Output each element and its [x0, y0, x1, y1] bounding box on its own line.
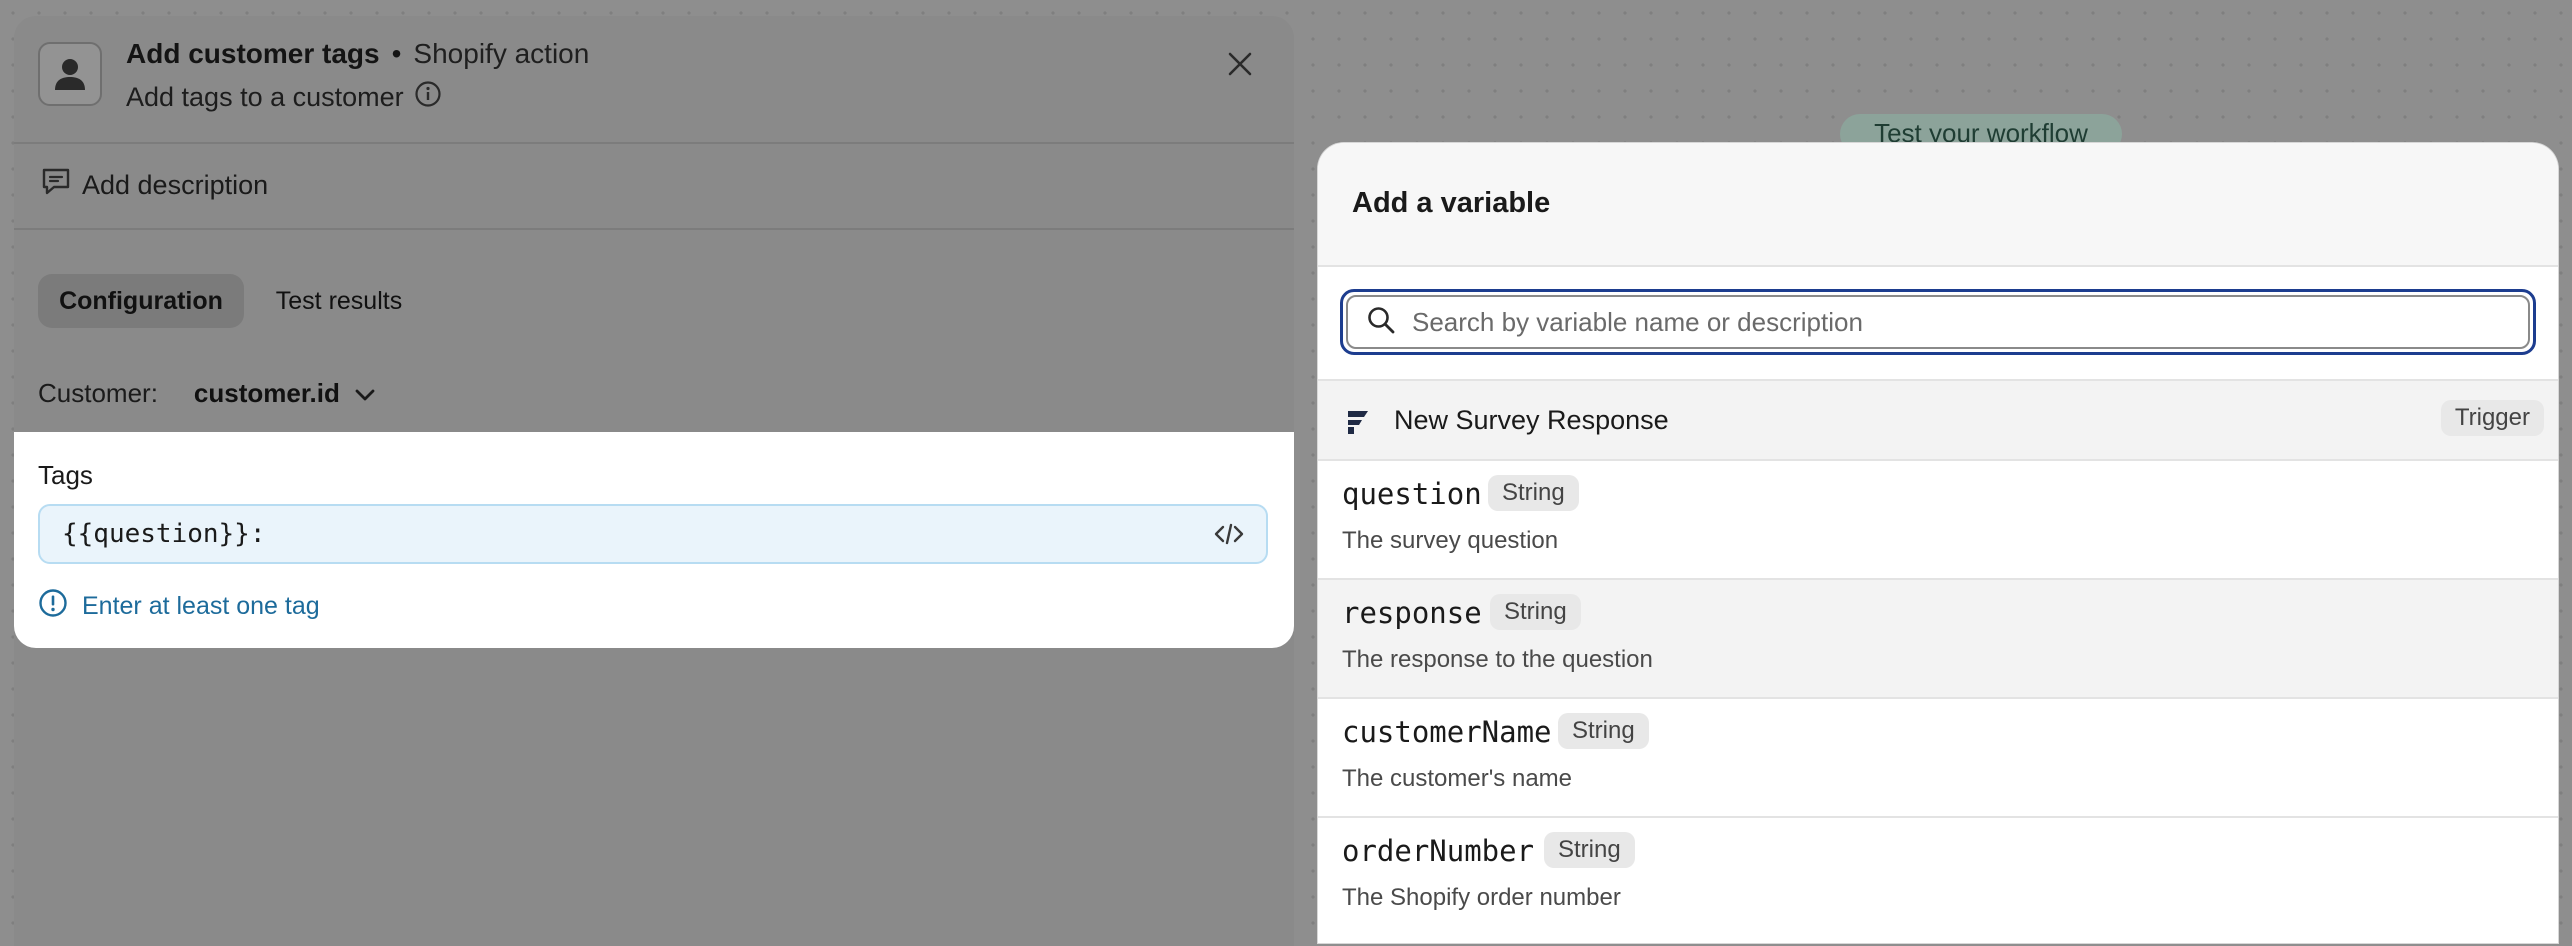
tags-error-message: Enter at least one tag	[38, 588, 320, 625]
chat-bubble-icon	[40, 167, 72, 204]
variable-type-badge: String	[1488, 475, 1579, 511]
panel-subtitle: Add tags to a customer	[126, 80, 442, 115]
search-box	[1346, 295, 2530, 349]
search-field	[1340, 289, 2536, 355]
variable-type-badge: String	[1544, 832, 1635, 868]
panel-header: Add customer tags • Shopify action Add tag…	[14, 16, 1294, 144]
customer-field: Customer: customer.id	[38, 378, 376, 409]
error-circle-icon	[38, 588, 68, 625]
panel-title: Add customer tags • Shopify action	[126, 38, 589, 70]
tab-test-results-label: Test results	[275, 286, 403, 315]
modal-header: Add a variable	[1318, 143, 2558, 267]
action-title: Add customer tags	[126, 38, 380, 69]
close-icon[interactable]	[1222, 46, 1258, 82]
variable-row-question[interactable]: question String The survey question	[1318, 461, 2558, 580]
variable-row-customername[interactable]: customerName String The customer's name	[1318, 699, 2558, 818]
code-icon[interactable]	[1214, 522, 1244, 546]
action-type-label: Shopify action	[413, 38, 590, 69]
variable-description: The response to the question	[1342, 646, 1653, 673]
variable-name: response	[1342, 596, 1482, 630]
trigger-group-header: New Survey Response Trigger	[1318, 379, 2558, 461]
add-description-button[interactable]: Add description	[40, 167, 268, 204]
chevron-down-icon[interactable]	[354, 378, 376, 409]
variable-description: The customer's name	[1342, 765, 1573, 792]
variable-description: The Shopify order number	[1342, 884, 1621, 911]
search-input[interactable]	[1410, 305, 2514, 339]
survey-app-icon	[1344, 407, 1372, 442]
variable-name: question	[1342, 477, 1482, 511]
customer-label: Customer:	[38, 378, 158, 408]
variable-name: customerName	[1342, 715, 1552, 749]
tags-error-text: Enter at least one tag	[82, 592, 320, 620]
modal-title: Add a variable	[1352, 187, 1551, 219]
customer-select-value[interactable]: customer.id	[194, 378, 340, 409]
subtitle-text: Add tags to a customer	[126, 82, 404, 112]
tags-input-value: {{question}}:	[62, 519, 266, 549]
variable-type-badge: String	[1490, 594, 1581, 630]
customer-avatar-icon	[38, 42, 102, 106]
search-icon	[1366, 305, 1396, 340]
tags-field-card: Tags {{question}}: Enter at least one ta…	[14, 432, 1294, 648]
trigger-group-name: New Survey Response	[1394, 405, 1669, 435]
title-separator: •	[391, 38, 402, 69]
variable-type-badge: String	[1558, 713, 1649, 749]
add-description-row: Add description	[14, 142, 1294, 230]
tab-configuration[interactable]: Configuration	[38, 274, 244, 328]
trigger-badge: Trigger	[2440, 400, 2544, 436]
tags-input[interactable]: {{question}}:	[38, 504, 1268, 564]
variable-row-ordernumber[interactable]: orderNumber String The Shopify order num…	[1318, 818, 2558, 937]
tab-configuration-label: Configuration	[59, 286, 223, 315]
info-icon[interactable]	[414, 80, 442, 115]
variable-row-response[interactable]: response String The response to the ques…	[1318, 580, 2558, 699]
tags-label: Tags	[38, 460, 93, 490]
add-description-label: Add description	[82, 169, 269, 200]
variable-name: orderNumber	[1342, 834, 1535, 868]
variable-description: The survey question	[1342, 527, 1559, 554]
tab-test-results[interactable]: Test results	[254, 274, 424, 328]
add-variable-modal: Add a variable New Survey Response Trigg…	[1318, 143, 2558, 943]
